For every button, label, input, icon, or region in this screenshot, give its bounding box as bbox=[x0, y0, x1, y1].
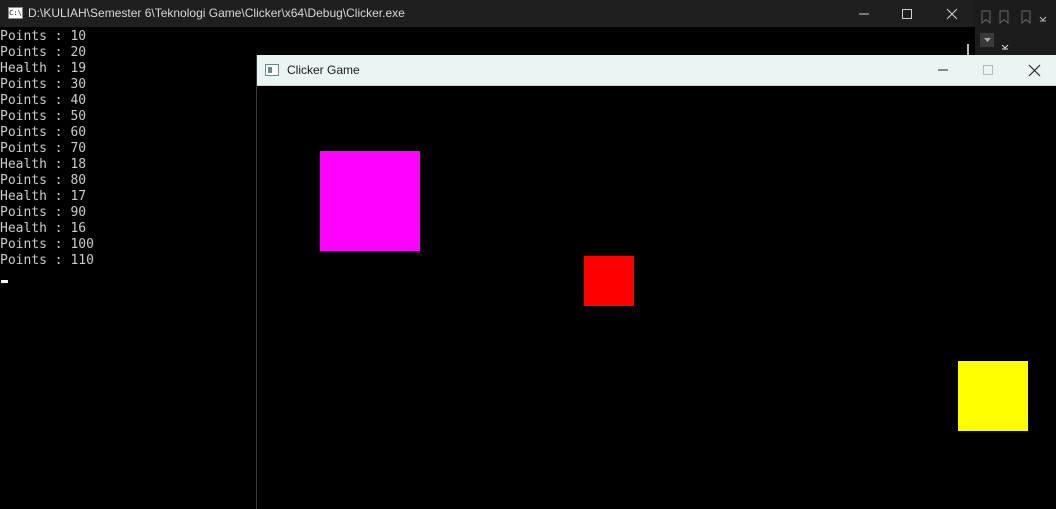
game-canvas[interactable] bbox=[257, 86, 1056, 509]
minimize-icon bbox=[859, 13, 869, 14]
console-titlebar[interactable]: C:\ D:\KULIAH\Semester 6\Teknologi Game\… bbox=[0, 0, 975, 27]
console-maximize-button[interactable] bbox=[884, 0, 930, 27]
console-line: Points : 40 bbox=[0, 93, 87, 108]
console-line: Points : 80 bbox=[0, 173, 87, 188]
console-app-icon: C:\ bbox=[8, 7, 23, 19]
yellow-square-target[interactable] bbox=[958, 361, 1028, 431]
chevron-down-icon bbox=[984, 38, 991, 42]
console-line: Points : 100 bbox=[0, 237, 94, 252]
console-line: Points : 50 bbox=[0, 109, 87, 124]
magenta-square-target[interactable] bbox=[320, 151, 420, 251]
console-line: Health : 19 bbox=[0, 61, 87, 76]
game-minimize-button[interactable] bbox=[920, 55, 966, 85]
chevron-down-icon bbox=[1001, 44, 1009, 50]
console-line: Points : 30 bbox=[0, 77, 87, 92]
bookmark-icon bbox=[981, 10, 991, 24]
console-line: Points : 70 bbox=[0, 141, 87, 156]
maximize-icon bbox=[983, 65, 993, 75]
console-line: Points : 110 bbox=[0, 253, 94, 268]
game-window: Clicker Game bbox=[256, 55, 1056, 509]
console-minimize-button[interactable] bbox=[841, 0, 887, 27]
bookmark-icon bbox=[1021, 10, 1031, 24]
console-close-button[interactable] bbox=[929, 0, 975, 27]
maximize-icon bbox=[902, 8, 912, 19]
console-cursor bbox=[1, 280, 8, 283]
game-window-title: Clicker Game bbox=[287, 63, 360, 77]
game-close-button[interactable] bbox=[1011, 55, 1056, 85]
console-window-title: D:\KULIAH\Semester 6\Teknologi Game\Clic… bbox=[28, 6, 405, 20]
bookmark-icon bbox=[999, 10, 1009, 24]
console-line: Health : 18 bbox=[0, 157, 87, 172]
console-line: Points : 10 bbox=[0, 29, 87, 44]
chevron-down-icon bbox=[1039, 16, 1047, 22]
red-square-target[interactable] bbox=[584, 256, 634, 306]
game-titlebar[interactable]: Clicker Game bbox=[257, 55, 1056, 86]
close-icon bbox=[1028, 64, 1040, 76]
game-app-icon bbox=[265, 64, 279, 76]
console-text: Points : 10 Points : 20 Health : 19 Points … bbox=[0, 29, 94, 269]
close-icon bbox=[946, 8, 958, 19]
console-line: Health : 17 bbox=[0, 189, 87, 204]
console-line: Health : 16 bbox=[0, 221, 87, 236]
console-line: Points : 90 bbox=[0, 205, 87, 220]
console-line: Points : 60 bbox=[0, 125, 87, 140]
minimize-icon bbox=[938, 69, 948, 71]
console-line: Points : 20 bbox=[0, 45, 87, 60]
game-maximize-button[interactable] bbox=[965, 55, 1011, 85]
